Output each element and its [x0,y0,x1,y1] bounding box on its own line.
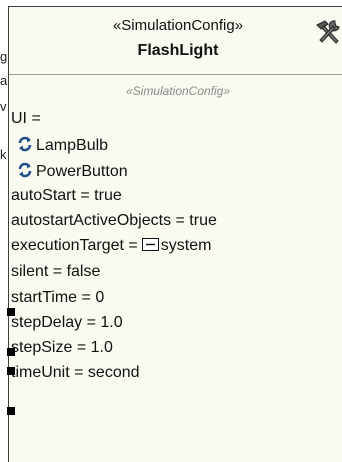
ui-item-label: LampBulb [36,137,109,154]
block-name: FlashLight [137,42,219,59]
clipped-text-fragment: g [0,49,8,64]
block-stereotype: «SimulationConfig» [112,17,244,34]
port-handle[interactable] [7,308,15,316]
refresh-icon [18,162,32,178]
port-handle[interactable] [7,367,15,375]
property-silent[interactable]: silent = false [11,264,100,280]
property-autostart[interactable]: autoStart = true [11,188,122,204]
flashlight-block[interactable]: «SimulationConfig» FlashLight «Simulatio… [8,6,342,462]
clipped-text-fragment: k [0,147,7,162]
property-step-delay[interactable]: stepDelay = 1.0 [11,315,123,331]
diagram-canvas: g a v k «SimulationConfig» FlashLight «S… [0,0,342,462]
ui-item-label: PowerButton [36,163,128,180]
port-handle[interactable] [7,348,15,356]
ui-label[interactable]: UI = [11,111,41,127]
property-autostart-active-objects[interactable]: autostartActiveObjects = true [11,213,217,229]
clipped-text-fragment: a [0,73,8,88]
property-start-time[interactable]: startTime = 0 [11,290,104,306]
tools-icon [316,20,340,44]
ui-item-powerbutton[interactable]: PowerButton [17,162,128,180]
port-handle[interactable] [7,407,15,415]
property-label: executionTarget = [11,237,138,254]
property-step-size[interactable]: stepSize = 1.0 [11,340,113,356]
ui-item-lampbulb[interactable]: LampBulb [17,136,108,154]
enumeration-icon [141,238,159,251]
property-value: system [160,237,212,254]
block-header: «SimulationConfig» FlashLight [9,7,342,75]
property-execution-target[interactable]: executionTarget = system [11,238,211,254]
compartment-stereotype: «SimulationConfig» [125,84,231,98]
property-time-unit[interactable]: timeUnit = second [11,365,140,381]
refresh-icon [18,136,32,152]
clipped-text-fragment: v [0,99,7,114]
